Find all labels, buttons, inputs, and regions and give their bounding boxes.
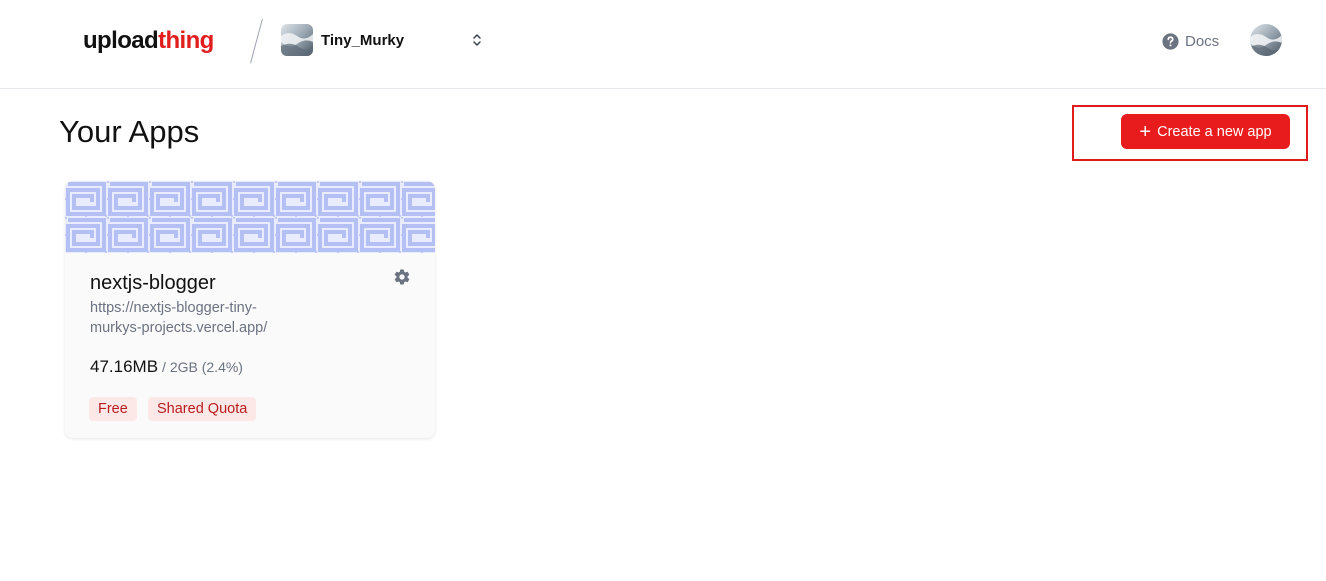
- docs-label: Docs: [1185, 32, 1220, 50]
- plan-badge: Free: [89, 397, 137, 421]
- chevron-up-down-icon: [473, 34, 481, 46]
- page-title: Your Apps: [59, 114, 200, 149]
- plus-icon: +: [1139, 120, 1152, 143]
- team-name: Tiny_Murky: [321, 31, 405, 49]
- create-app-label: Create a new app: [1157, 123, 1272, 140]
- app-name[interactable]: nextjs-blogger: [90, 272, 216, 295]
- team-switcher[interactable]: Tiny_Murky: [281, 24, 487, 56]
- create-app-button[interactable]: + Create a new app: [1121, 114, 1290, 149]
- question-circle-icon: [1162, 32, 1179, 50]
- breadcrumb-divider: [250, 18, 263, 64]
- usage-value: 47.16MB: [90, 357, 159, 376]
- storage-usage: 47.16MB / 2GB (2.4%): [90, 357, 243, 377]
- top-nav-bar: uploadthing Tiny_Murky Docs: [0, 0, 1326, 89]
- usage-limit: / 2GB (2.4%): [162, 359, 243, 375]
- quota-badge: Shared Quota: [148, 397, 257, 421]
- user-avatar[interactable]: [1250, 24, 1282, 56]
- app-banner-pattern: [65, 181, 435, 253]
- uploadthing-logo[interactable]: uploadthing: [83, 26, 214, 56]
- logo-text-thing: thing: [158, 27, 214, 54]
- logo-text-upload: upload: [83, 27, 159, 54]
- app-card[interactable]: nextjs-blogger https://nextjs-blogger-ti…: [65, 181, 435, 438]
- team-avatar: [281, 24, 313, 56]
- gear-icon[interactable]: [393, 268, 411, 286]
- docs-link[interactable]: Docs: [1162, 30, 1219, 52]
- app-url: https://nextjs-blogger-tiny-murkys-proje…: [90, 300, 268, 336]
